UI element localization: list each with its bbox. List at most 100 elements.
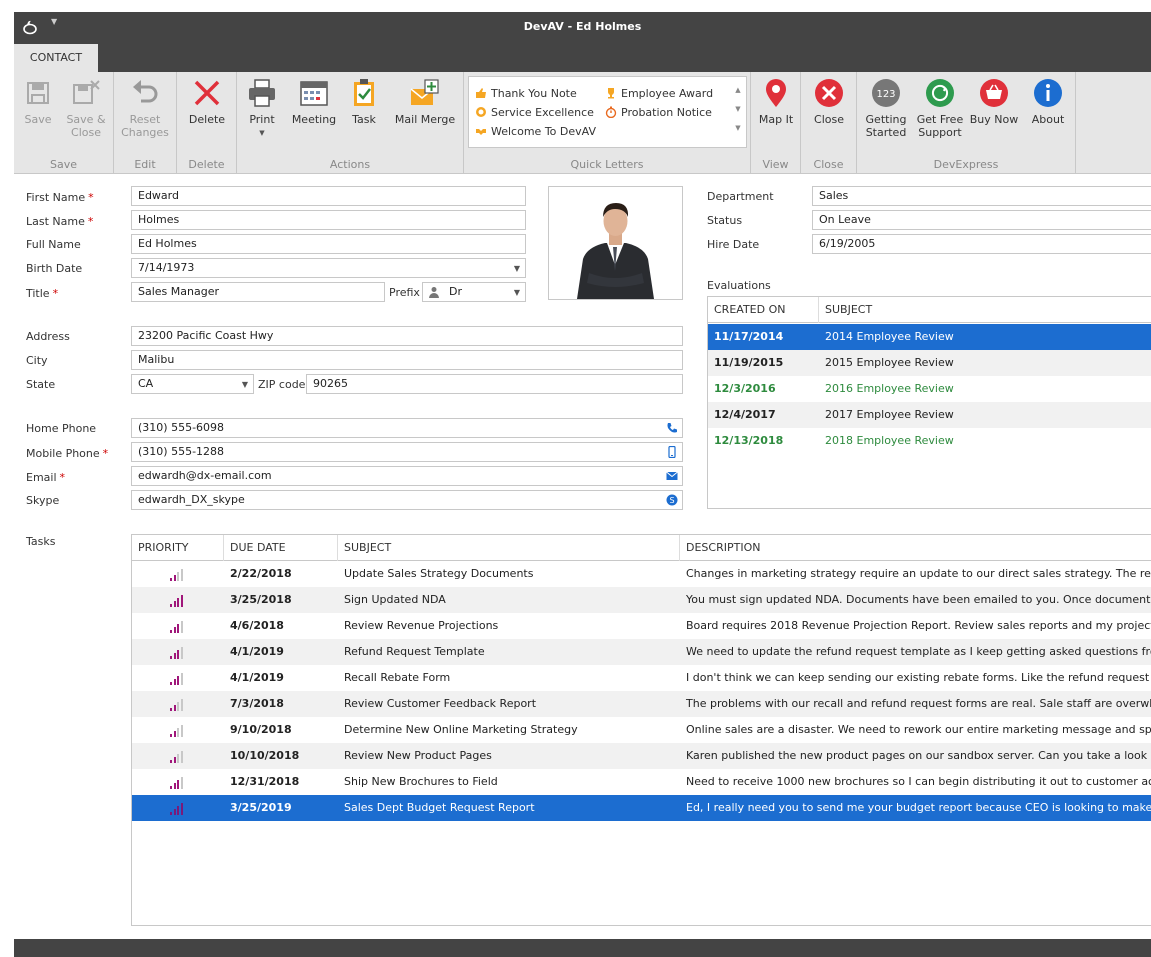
stopwatch-icon xyxy=(605,106,617,118)
task-row[interactable]: 10/10/2018 Review New Product Pages Karen … xyxy=(132,743,1151,769)
status-bar xyxy=(14,939,1151,957)
state-value: CA xyxy=(138,377,154,390)
task-priority xyxy=(132,587,224,613)
save-button[interactable]: Save xyxy=(20,77,56,126)
task-subject: Determine New Online Marketing Strategy xyxy=(344,723,578,736)
mobile-phone-field[interactable]: (310) 555-1288 xyxy=(131,442,683,462)
getting-started-button[interactable]: 123 Getting Started xyxy=(861,77,911,139)
task-due-date: 4/6/2018 xyxy=(230,619,284,632)
info-icon xyxy=(1034,79,1062,107)
email-field[interactable]: edwardh@dx-email.com xyxy=(131,466,683,486)
task-priority xyxy=(132,561,224,587)
address-field[interactable]: 23200 Pacific Coast Hwy xyxy=(131,326,683,346)
priority-bar xyxy=(180,569,183,581)
evaluation-row[interactable]: 12/3/2016 2016 Employee Review xyxy=(708,376,1151,402)
zip-field[interactable]: 90265 xyxy=(306,374,683,394)
eval-col-created-on[interactable]: CREATED ON xyxy=(708,297,819,323)
buy-now-button[interactable]: Buy Now xyxy=(969,77,1019,126)
phone-icon[interactable] xyxy=(666,422,678,434)
save-and-close-button[interactable]: Save & Close xyxy=(62,77,110,139)
printer-icon xyxy=(249,79,275,107)
map-it-button[interactable]: Map It xyxy=(755,77,797,126)
map-it-label: Map It xyxy=(758,113,794,126)
get-free-support-button[interactable]: Get Free Support xyxy=(915,77,965,139)
task-row[interactable]: 3/25/2018 Sign Updated NDA You must sign u… xyxy=(132,587,1151,613)
print-dropdown-icon[interactable]: ▼ xyxy=(243,127,281,140)
ql-welcome[interactable]: Welcome To DevAV xyxy=(475,125,596,138)
eval-col-subject[interactable]: SUBJECT xyxy=(819,297,1151,323)
first-name-field[interactable]: Edward xyxy=(131,186,526,206)
full-name-field[interactable]: Ed Holmes xyxy=(131,234,526,254)
trophy-icon xyxy=(608,88,614,99)
last-name-field[interactable]: Holmes xyxy=(131,210,526,230)
print-button[interactable]: Print ▼ xyxy=(243,77,281,140)
hire-date-field[interactable]: 6/19/2005 xyxy=(812,234,1151,254)
save-label: Save xyxy=(24,113,52,126)
close-button[interactable]: Close xyxy=(807,77,851,126)
task-due-date: 9/10/2018 xyxy=(230,723,292,736)
task-row[interactable]: 2/22/2018 Update Sales Strategy Documents… xyxy=(132,561,1151,587)
delete-button[interactable]: Delete xyxy=(183,77,231,126)
city-field[interactable]: Malibu xyxy=(131,350,683,370)
priority-bar xyxy=(173,705,176,711)
group-caption-actions: Actions xyxy=(329,158,371,171)
about-button[interactable]: About xyxy=(1025,77,1071,126)
ql-service-excellence[interactable]: Service Excellence xyxy=(475,106,594,119)
task-row[interactable]: 3/25/2019 Sales Dept Budget Request Repor… xyxy=(132,795,1151,821)
ql-thank-you-note[interactable]: Thank You Note xyxy=(475,87,577,100)
priority-bars-icon xyxy=(170,777,184,789)
task-row[interactable]: 4/1/2019 Recall Rebate Form I don't think … xyxy=(132,665,1151,691)
evaluations-grid: CREATED ON SUBJECT 11/17/2014 2014 Employ… xyxy=(707,296,1151,509)
ql-label-4: Probation Notice xyxy=(621,106,712,119)
task-col-subject[interactable]: SUBJECT xyxy=(338,535,680,561)
state-field[interactable]: CA ▼ xyxy=(131,374,254,394)
department-field[interactable]: Sales xyxy=(812,186,1151,206)
task-row[interactable]: 12/31/2018 Ship New Brochures to Field Nee… xyxy=(132,769,1151,795)
mobile-icon[interactable] xyxy=(666,446,678,458)
status-field[interactable]: On Leave xyxy=(812,210,1151,230)
priority-bar xyxy=(170,708,172,711)
task-subject: Update Sales Strategy Documents xyxy=(344,567,534,580)
gallery-scroll-buttons[interactable]: ▲ ▼ ▼ xyxy=(733,81,743,138)
prefix-dropdown-icon[interactable]: ▼ xyxy=(514,284,520,301)
evaluation-row[interactable]: 12/4/2017 2017 Employee Review xyxy=(708,402,1151,428)
priority-bar xyxy=(170,656,172,659)
priority-bars-icon xyxy=(170,699,184,711)
evaluation-subject: 2014 Employee Review xyxy=(825,330,954,343)
birth-date-dropdown-icon[interactable]: ▼ xyxy=(514,260,520,277)
skype-icon[interactable]: S xyxy=(666,494,678,506)
ribbon-group-devexpress: 123 Getting Started Get Free Support Buy… xyxy=(857,72,1076,174)
prefix-field[interactable]: Dr ▼ xyxy=(422,282,526,302)
state-dropdown-icon[interactable]: ▼ xyxy=(242,376,248,393)
evaluation-row[interactable]: 11/19/2015 2015 Employee Review xyxy=(708,350,1151,376)
task-col-description[interactable]: DESCRIPTION xyxy=(680,535,1151,561)
reset-changes-button[interactable]: Reset Changes xyxy=(120,77,170,139)
group-caption-quick-letters: Quick Letters xyxy=(570,158,644,171)
mail-merge-label: Mail Merge xyxy=(394,113,456,126)
tab-contact[interactable]: CONTACT xyxy=(14,44,98,72)
task-col-due-date[interactable]: DUE DATE xyxy=(224,535,338,561)
meeting-button[interactable]: Meeting xyxy=(289,77,339,126)
meeting-label: Meeting xyxy=(291,113,337,126)
priority-bars-icon xyxy=(170,803,184,815)
ql-probation-notice[interactable]: Probation Notice xyxy=(605,106,712,119)
priority-bar xyxy=(180,803,183,815)
evaluation-row[interactable]: 11/17/2014 2014 Employee Review xyxy=(708,324,1151,350)
task-row[interactable]: 9/10/2018 Determine New Online Marketing … xyxy=(132,717,1151,743)
task-row[interactable]: 4/6/2018 Review Revenue Projections Board … xyxy=(132,613,1151,639)
email-icon[interactable] xyxy=(666,470,678,482)
home-phone-field[interactable]: (310) 555-6098 xyxy=(131,418,683,438)
reset-label-1: Reset xyxy=(129,113,161,126)
title-field[interactable]: Sales Manager xyxy=(131,282,385,302)
evaluation-row[interactable]: 12/13/2018 2018 Employee Review xyxy=(708,428,1151,454)
task-button[interactable]: Task xyxy=(345,77,383,126)
mail-merge-button[interactable]: Mail Merge xyxy=(391,77,459,126)
get-free-support-label-1: Get Free xyxy=(916,113,964,126)
group-caption-delete: Delete xyxy=(188,158,225,171)
ql-employee-award[interactable]: Employee Award xyxy=(605,87,713,100)
task-row[interactable]: 4/1/2019 Refund Request Template We need t… xyxy=(132,639,1151,665)
birth-date-field[interactable]: 7/14/1973 ▼ xyxy=(131,258,526,278)
skype-field[interactable]: edwardh_DX_skype S xyxy=(131,490,683,510)
task-row[interactable]: 7/3/2018 Review Customer Feedback Report T… xyxy=(132,691,1151,717)
task-col-priority[interactable]: PRIORITY xyxy=(132,535,224,561)
